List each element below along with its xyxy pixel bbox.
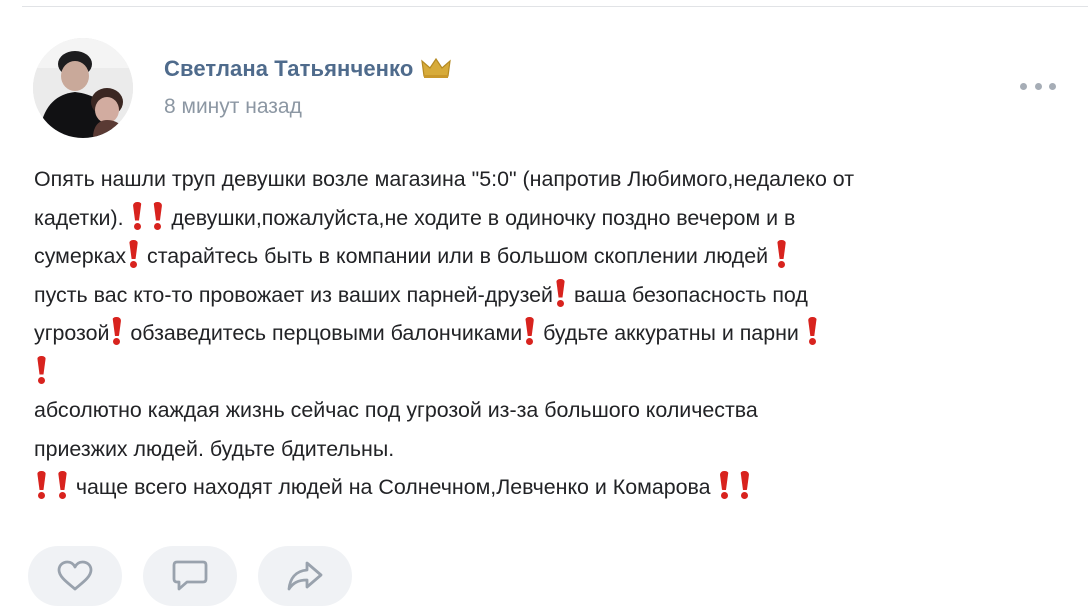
post-text-segment xyxy=(145,206,151,230)
post-text-segment: обзаведитесь перцовыми балончиками xyxy=(124,321,523,345)
exclamation-icon xyxy=(777,240,786,268)
exclamation-icon xyxy=(37,471,46,499)
exclamation-icon xyxy=(37,356,46,384)
share-button[interactable] xyxy=(258,546,352,606)
exclamation-icon xyxy=(808,317,817,345)
author-name[interactable]: Светлана Татьянченко xyxy=(164,56,452,85)
post-text-segment: пусть вас кто-то провожает из ваших парн… xyxy=(34,282,554,307)
post-text-segment xyxy=(49,475,55,499)
crown-icon xyxy=(421,57,452,85)
post-text-segment: кадетки). xyxy=(34,205,130,230)
post-text-line: Опять нашли труп девушки возле магазина … xyxy=(34,160,1059,199)
more-dots-icon[interactable] xyxy=(1020,80,1056,92)
exclamation-icon xyxy=(525,317,534,345)
post-timestamp[interactable]: 8 минут назад xyxy=(164,95,302,119)
post-text-line: чаще всего находят людей на Солнечном,Ле… xyxy=(34,468,1059,507)
post-text: Опять нашли труп девушки возле магазина … xyxy=(34,160,1059,507)
comment-button[interactable] xyxy=(143,546,237,606)
post-text-line: угрозой обзаведитесь перцовыми балончика… xyxy=(34,314,1059,353)
post-text-line: пусть вас кто-то провожает из ваших парн… xyxy=(34,276,1059,315)
exclamation-icon xyxy=(133,202,142,230)
post-text-line: приезжих людей. будьте бдительны. xyxy=(34,430,1059,469)
avatar-photo xyxy=(33,38,133,138)
post-text-segment: приезжих людей. будьте бдительны. xyxy=(34,436,395,461)
exclamation-icon xyxy=(556,279,565,307)
like-button[interactable] xyxy=(28,546,122,606)
share-icon xyxy=(287,561,323,591)
exclamation-icon xyxy=(720,471,729,499)
post-text-segment: старайтесь быть в компании или в большом… xyxy=(141,244,775,268)
post-text-segment: Опять нашли труп девушки возле магазина … xyxy=(34,167,855,191)
post-actions xyxy=(28,546,352,606)
post-text-line: абсолютно каждая жизнь сейчас под угрозо… xyxy=(34,391,1059,430)
exclamation-icon xyxy=(153,202,162,230)
post-text-segment: абсолютно каждая жизнь сейчас под угрозо… xyxy=(34,398,758,422)
avatar[interactable] xyxy=(33,38,133,138)
exclamation-icon xyxy=(740,471,749,499)
post-text-segment: будьте аккуратны и парни xyxy=(537,321,805,345)
comment-icon xyxy=(172,560,208,591)
post-text-segment: угрозой xyxy=(34,321,110,345)
wall-post: Светлана Татьянченко 8 минут назад Опять… xyxy=(0,0,1088,612)
post-text-segment: девушки,пожалуйста,не ходите в одиночку … xyxy=(165,205,796,230)
post-text-segment: ваша безопасность под xyxy=(568,282,808,307)
post-text-line: кадетки). девушки,пожалуйста,не ходите в… xyxy=(34,199,1059,238)
post-text-segment xyxy=(732,475,738,499)
heart-icon xyxy=(57,560,93,591)
post-text-line: сумерках старайтесь быть в компании или … xyxy=(34,237,1059,276)
exclamation-icon xyxy=(112,317,121,345)
exclamation-icon xyxy=(58,471,67,499)
post-text-segment: сумерках xyxy=(34,244,127,268)
author-name-text[interactable]: Светлана Татьянченко xyxy=(164,56,413,81)
post-text-line xyxy=(34,353,1059,392)
post-text-segment: чаще всего находят людей на Солнечном,Ле… xyxy=(69,475,717,499)
exclamation-icon xyxy=(129,240,138,268)
